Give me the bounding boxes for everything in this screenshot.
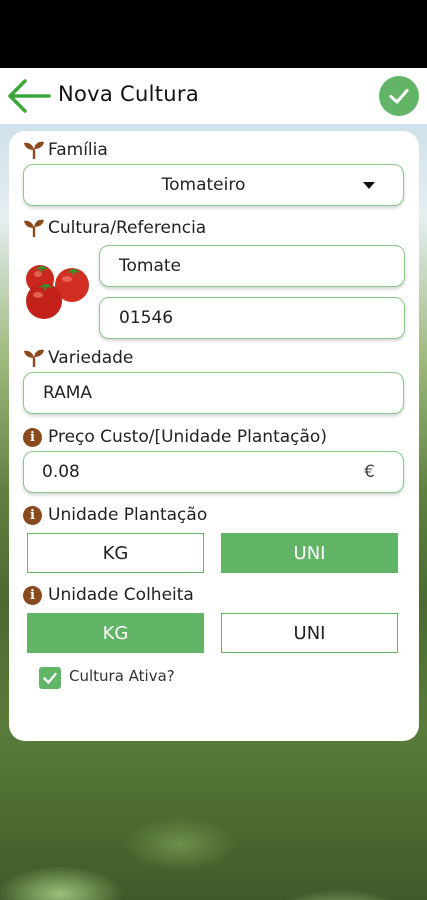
familia-label: Família <box>23 140 108 160</box>
preco-value: 0.08 <box>42 462 80 482</box>
cultura-reference-input[interactable]: 01546 <box>99 297 405 339</box>
variedade-label: Variedade <box>23 348 133 368</box>
familia-value: Tomateiro <box>161 175 246 195</box>
variedade-value: RAMA <box>43 383 93 403</box>
colheita-kg-toggle[interactable]: KG <box>27 613 204 653</box>
plantacao-kg-label: KG <box>102 542 129 564</box>
preco-input[interactable]: 0.08 € <box>23 451 404 493</box>
sprout-icon <box>23 140 45 160</box>
unidade-plantacao-label-text: Unidade Plantação <box>48 505 208 525</box>
currency-symbol: € <box>364 462 375 482</box>
caret-down-icon <box>363 182 375 189</box>
page-title: Nova Cultura <box>58 82 199 106</box>
colheita-kg-label: KG <box>102 622 129 644</box>
variedade-label-text: Variedade <box>48 348 134 368</box>
preco-label-text: Preço Custo/[Unidade Plantação) <box>48 427 327 447</box>
cultura-name-input[interactable]: Tomate <box>99 245 405 287</box>
plantacao-uni-toggle[interactable]: UNI <box>221 533 398 573</box>
plantacao-uni-label: UNI <box>293 542 326 564</box>
save-button[interactable] <box>379 76 419 116</box>
ativa-label: Cultura Ativa? <box>69 667 175 685</box>
info-icon[interactable]: i <box>23 427 42 447</box>
familia-select[interactable]: Tomateiro <box>23 164 404 206</box>
app-bar: Nova Cultura <box>0 68 427 124</box>
check-icon <box>389 88 409 104</box>
cultura-ativa-checkbox[interactable] <box>39 667 61 689</box>
unidade-colheita-label-text: Unidade Colheita <box>48 585 194 605</box>
colheita-uni-label: UNI <box>293 622 326 644</box>
back-button[interactable] <box>4 76 52 116</box>
info-icon[interactable]: i <box>23 505 42 525</box>
colheita-uni-toggle[interactable]: UNI <box>221 613 398 653</box>
sprout-icon <box>23 348 45 368</box>
check-icon <box>43 672 57 684</box>
form-card: Família Tomateiro Cultura/Referencia Tom… <box>9 131 419 741</box>
info-icon[interactable]: i <box>23 585 42 605</box>
cultura-reference-value: 01546 <box>119 308 174 328</box>
unidade-plantacao-label: i Unidade Plantação <box>23 505 207 525</box>
preco-label: i Preço Custo/[Unidade Plantação) <box>23 427 327 447</box>
cultura-label-text: Cultura/Referencia <box>48 218 207 238</box>
cultura-name-value: Tomate <box>119 256 181 276</box>
sprout-icon <box>23 218 45 238</box>
plantacao-kg-toggle[interactable]: KG <box>27 533 204 573</box>
familia-label-text: Família <box>48 140 108 160</box>
tomato-image <box>22 259 94 321</box>
cultura-label: Cultura/Referencia <box>23 218 206 238</box>
variedade-input[interactable]: RAMA <box>23 372 404 414</box>
arrow-left-icon <box>8 79 51 113</box>
status-bar <box>0 0 427 68</box>
unidade-colheita-label: i Unidade Colheita <box>23 585 194 605</box>
